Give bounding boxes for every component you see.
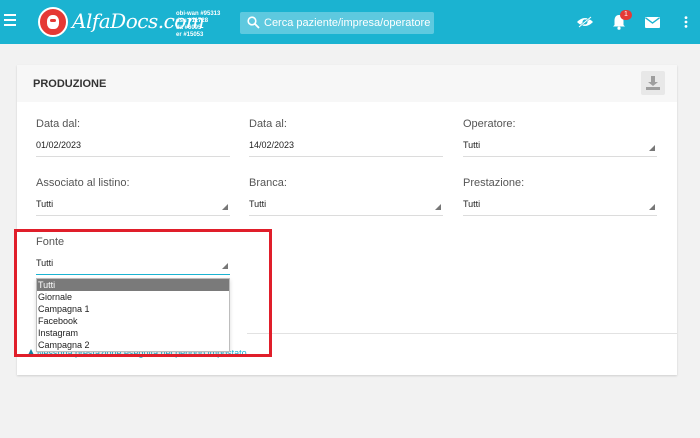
price-list-label: Associato al listino: [36,177,130,189]
mail-icon[interactable] [645,17,660,28]
build-info: obi-wan #95313 dsu #11728 da #6095 er #1… [176,11,220,39]
download-icon [646,76,660,90]
field-underline [463,215,657,216]
field-underline [36,215,230,216]
search-icon [247,16,260,29]
operator-select[interactable]: Operatore: Tutti [463,118,657,157]
warning-icon [27,349,35,357]
dropdown-option[interactable]: Giornale [37,291,229,303]
divider [247,333,677,334]
field-underline-active [36,274,230,275]
date-to-field[interactable]: Data al: 14/02/2023 [249,118,443,157]
date-to-label: Data al: [249,118,287,130]
dropdown-arrow-icon[interactable] [649,145,655,151]
service-value[interactable]: Tutti [463,199,480,209]
build-info-line: er #15053 [176,32,204,38]
source-dropdown-list[interactable]: Tutti Giornale Campagna 1 Facebook Insta… [36,278,230,352]
service-label: Prestazione: [463,177,525,189]
dropdown-option[interactable]: Instagram [37,327,229,339]
dropdown-option[interactable]: Campagna 1 [37,303,229,315]
price-list-select[interactable]: Associato al listino: Tutti [36,177,230,216]
eye-slash-icon[interactable] [576,16,594,28]
build-info-line: dsu #11728 [176,18,209,24]
dropdown-arrow-icon[interactable] [222,263,228,269]
branch-value[interactable]: Tutti [249,199,266,209]
field-underline [463,156,657,157]
branch-label: Branca: [249,177,287,189]
dropdown-option[interactable]: Facebook [37,315,229,327]
search-input[interactable] [264,12,430,34]
page-title: PRODUZIONE [33,78,107,90]
field-underline [249,156,443,157]
card-header: PRODUZIONE [17,65,677,102]
operator-label: Operatore: [463,118,516,130]
operator-value[interactable]: Tutti [463,140,480,150]
download-button[interactable] [641,71,665,95]
field-underline [249,215,443,216]
field-underline [36,156,230,157]
branch-select[interactable]: Branca: Tutti [249,177,443,216]
dropdown-option[interactable]: Tutti [37,279,229,291]
date-to-value[interactable]: 14/02/2023 [249,140,294,150]
date-from-label: Data dal: [36,118,81,130]
build-info-line: da #6095 [176,25,202,31]
dropdown-arrow-icon[interactable] [435,204,441,210]
menu-icon[interactable] [4,14,16,26]
build-info-line: obi-wan #95313 [176,11,221,17]
date-from-value[interactable]: 01/02/2023 [36,140,81,150]
top-bar: AlfaDocs.com obi-wan #95313 dsu #11728 d… [0,0,700,44]
service-select[interactable]: Prestazione: Tutti [463,177,657,216]
date-from-field[interactable]: Data dal: 01/02/2023 [36,118,230,157]
dropdown-arrow-icon[interactable] [649,204,655,210]
source-label: Fonte [36,236,65,248]
dropdown-option[interactable]: Campagna 2 [37,339,229,351]
more-vertical-icon[interactable] [684,16,688,28]
logo-icon[interactable] [38,7,68,37]
search-box[interactable] [240,12,434,34]
price-list-value[interactable]: Tutti [36,199,53,209]
source-value[interactable]: Tutti [36,258,53,268]
notification-badge: 1 [620,10,632,20]
source-select[interactable]: Fonte Tutti [36,236,230,275]
dropdown-arrow-icon[interactable] [222,204,228,210]
